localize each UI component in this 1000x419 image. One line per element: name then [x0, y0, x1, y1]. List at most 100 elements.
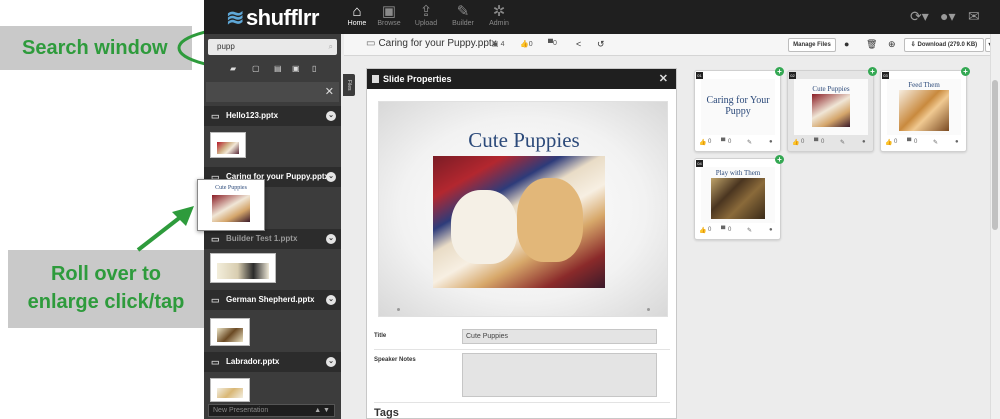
- chevron-down-icon[interactable]: ⌄: [326, 234, 336, 244]
- play-icon[interactable]: ●: [769, 227, 773, 233]
- play-icon[interactable]: ●: [769, 139, 773, 145]
- download-icon: ⇩: [910, 42, 918, 48]
- close-panel-icon[interactable]: ✕: [659, 69, 668, 89]
- play-icon[interactable]: ●: [844, 39, 849, 49]
- panel-title: Slide Properties: [383, 74, 452, 84]
- preview-dot: [647, 308, 650, 311]
- edit-icon[interactable]: ✎: [747, 139, 752, 146]
- manage-files-button[interactable]: Manage Files: [788, 38, 836, 52]
- slide-card-2[interactable]: 02 + Cute Puppies 👍 0 ▀ 0 ✎ ●: [787, 67, 877, 152]
- file-item-german-shepherd[interactable]: ▭ German Shepherd.pptx ⌄: [204, 290, 341, 310]
- thumbs-up-icon[interactable]: 👍: [699, 139, 706, 146]
- thumbs-up-icon[interactable]: 👍: [792, 139, 799, 146]
- mail-icon[interactable]: ✉: [968, 8, 980, 25]
- file-thumbnail[interactable]: [210, 378, 250, 402]
- nav-browse-label: Browse: [377, 20, 401, 27]
- hover-enlarged-thumbnail[interactable]: Cute Puppies: [197, 179, 265, 231]
- comments-count[interactable]: ▀0: [548, 40, 557, 47]
- add-slide-icon[interactable]: +: [775, 67, 784, 76]
- file-item-labrador[interactable]: ▭ Labrador.pptx ⌄: [204, 352, 341, 372]
- preview-slide-title: Cute Puppies: [468, 128, 580, 152]
- chevron-down-icon[interactable]: ⌄: [326, 295, 336, 305]
- search-window-callout: Search window: [0, 26, 192, 70]
- rollover-arrow: [136, 206, 194, 252]
- play-icon[interactable]: ●: [862, 139, 866, 145]
- slide-likes: 0: [708, 139, 712, 145]
- nav-builder[interactable]: ✎ Builder: [446, 3, 480, 33]
- top-navbar: ≋shufflrr ⌂ Home ▣ Browse ⇪ Upload ✎ Builder…: [204, 0, 1000, 34]
- slide-card-footer: 👍 0 ▀ 0 ✎ ●: [695, 223, 780, 239]
- image-icon[interactable]: ▣: [292, 64, 300, 73]
- file-thumbnail[interactable]: [210, 132, 246, 158]
- nav-browse[interactable]: ▣ Browse: [372, 3, 406, 33]
- slide-card-1[interactable]: 01 + Caring for Your Puppy 👍 0 ▀ 0 ✎ ●: [694, 67, 784, 152]
- thumbs-up-icon[interactable]: 👍: [699, 227, 706, 234]
- presentation-icon: ▭: [366, 38, 376, 49]
- new-presentation-select[interactable]: New Presentation ▲ ▼: [208, 404, 335, 417]
- add-slide-icon[interactable]: +: [961, 67, 970, 76]
- shufflrr-app: ≋shufflrr ⌂ Home ▣ Browse ⇪ Upload ✎ Builder…: [204, 0, 1000, 419]
- slide-card-3[interactable]: 03 + Feed Them 👍 0 ▀ 0 ✎ ●: [880, 67, 970, 152]
- field-divider: [374, 402, 670, 403]
- trash-icon[interactable]: 🗑: [866, 39, 877, 50]
- page-scrollbar-thumb[interactable]: [992, 80, 998, 230]
- logo[interactable]: ≋shufflrr: [226, 5, 319, 31]
- comment-icon[interactable]: ▀: [907, 139, 911, 145]
- files-tab[interactable]: Files: [343, 74, 355, 96]
- search-input[interactable]: pupp ⌕: [208, 39, 337, 55]
- share-icon[interactable]: <: [576, 39, 581, 49]
- field-divider: [374, 349, 670, 350]
- thumbs-up-icon[interactable]: 👍: [885, 139, 892, 146]
- play-icon[interactable]: ●: [955, 139, 959, 145]
- presentation-icon[interactable]: ▢: [252, 64, 260, 73]
- add-icon[interactable]: ⊕: [888, 39, 896, 50]
- add-slide-icon[interactable]: +: [775, 155, 784, 164]
- likes-count[interactable]: 👍0: [520, 40, 533, 48]
- comment-icon[interactable]: ▀: [721, 139, 725, 145]
- slide-number: 04: [696, 160, 703, 167]
- speaker-notes-label: Speaker Notes: [374, 357, 416, 363]
- slide-thumbnail: Play with Them: [701, 167, 775, 223]
- file-thumbnail[interactable]: [210, 253, 276, 283]
- folder-icon[interactable]: ▰: [230, 64, 236, 73]
- video-icon[interactable]: ▤: [274, 64, 282, 73]
- likes-value: 0: [528, 41, 533, 48]
- results-bar: ✕: [206, 82, 339, 102]
- file-item-hello123[interactable]: ▭ Hello123.pptx ⌄: [204, 106, 341, 126]
- chevron-down-icon[interactable]: ⌄: [326, 111, 336, 121]
- user-icon[interactable]: ●▾: [940, 8, 955, 25]
- download-button[interactable]: ⇩ Download (279.0 KB): [904, 38, 984, 52]
- history-icon[interactable]: ↺: [597, 39, 605, 50]
- add-slide-icon[interactable]: +: [868, 67, 877, 76]
- speaker-notes-input[interactable]: [462, 353, 657, 397]
- edit-icon[interactable]: ✎: [840, 139, 845, 146]
- edit-icon[interactable]: ✎: [933, 139, 938, 146]
- slide-card-4[interactable]: 04 + Play with Them 👍 0 ▀ 0 ✎ ●: [694, 155, 784, 240]
- file-item-builder-test[interactable]: ▭ Builder Test 1.pptx ⌄: [204, 229, 341, 249]
- comment-icon[interactable]: ▀: [721, 227, 725, 233]
- document-icon[interactable]: ▯: [312, 64, 316, 73]
- edit-icon[interactable]: ✎: [747, 227, 752, 234]
- sync-icon[interactable]: ⟳▾: [910, 8, 929, 25]
- rollover-callout-line2: enlarge click/tap: [27, 291, 185, 313]
- comments-value: 0: [552, 40, 557, 47]
- chevron-down-icon[interactable]: ⌄: [326, 357, 336, 367]
- nav-upload[interactable]: ⇪ Upload: [409, 3, 443, 33]
- search-input-value: pupp: [217, 42, 235, 51]
- tags-label: Tags: [374, 407, 399, 419]
- sort-arrows-icon[interactable]: ▲ ▼: [314, 405, 330, 416]
- presentation-icon: ▭: [211, 295, 220, 305]
- nav-builder-label: Builder: [452, 20, 474, 27]
- chevron-down-icon[interactable]: ⌄: [326, 172, 336, 182]
- title-input[interactable]: Cute Puppies: [462, 329, 657, 344]
- file-type-filters: ▰ ▢ ▤ ▣ ▯: [230, 64, 330, 74]
- file-thumbnail[interactable]: [210, 318, 250, 346]
- logo-mark-icon: ≋: [226, 5, 244, 30]
- slide-title: Caring for Your Puppy: [706, 95, 770, 117]
- nav-admin[interactable]: ✲ Admin: [482, 3, 516, 33]
- slide-photo: [711, 178, 765, 219]
- close-results-icon[interactable]: ✕: [325, 85, 334, 98]
- nav-home[interactable]: ⌂ Home: [340, 3, 374, 33]
- search-icon[interactable]: ⌕: [329, 39, 333, 55]
- comment-icon[interactable]: ▀: [814, 139, 818, 145]
